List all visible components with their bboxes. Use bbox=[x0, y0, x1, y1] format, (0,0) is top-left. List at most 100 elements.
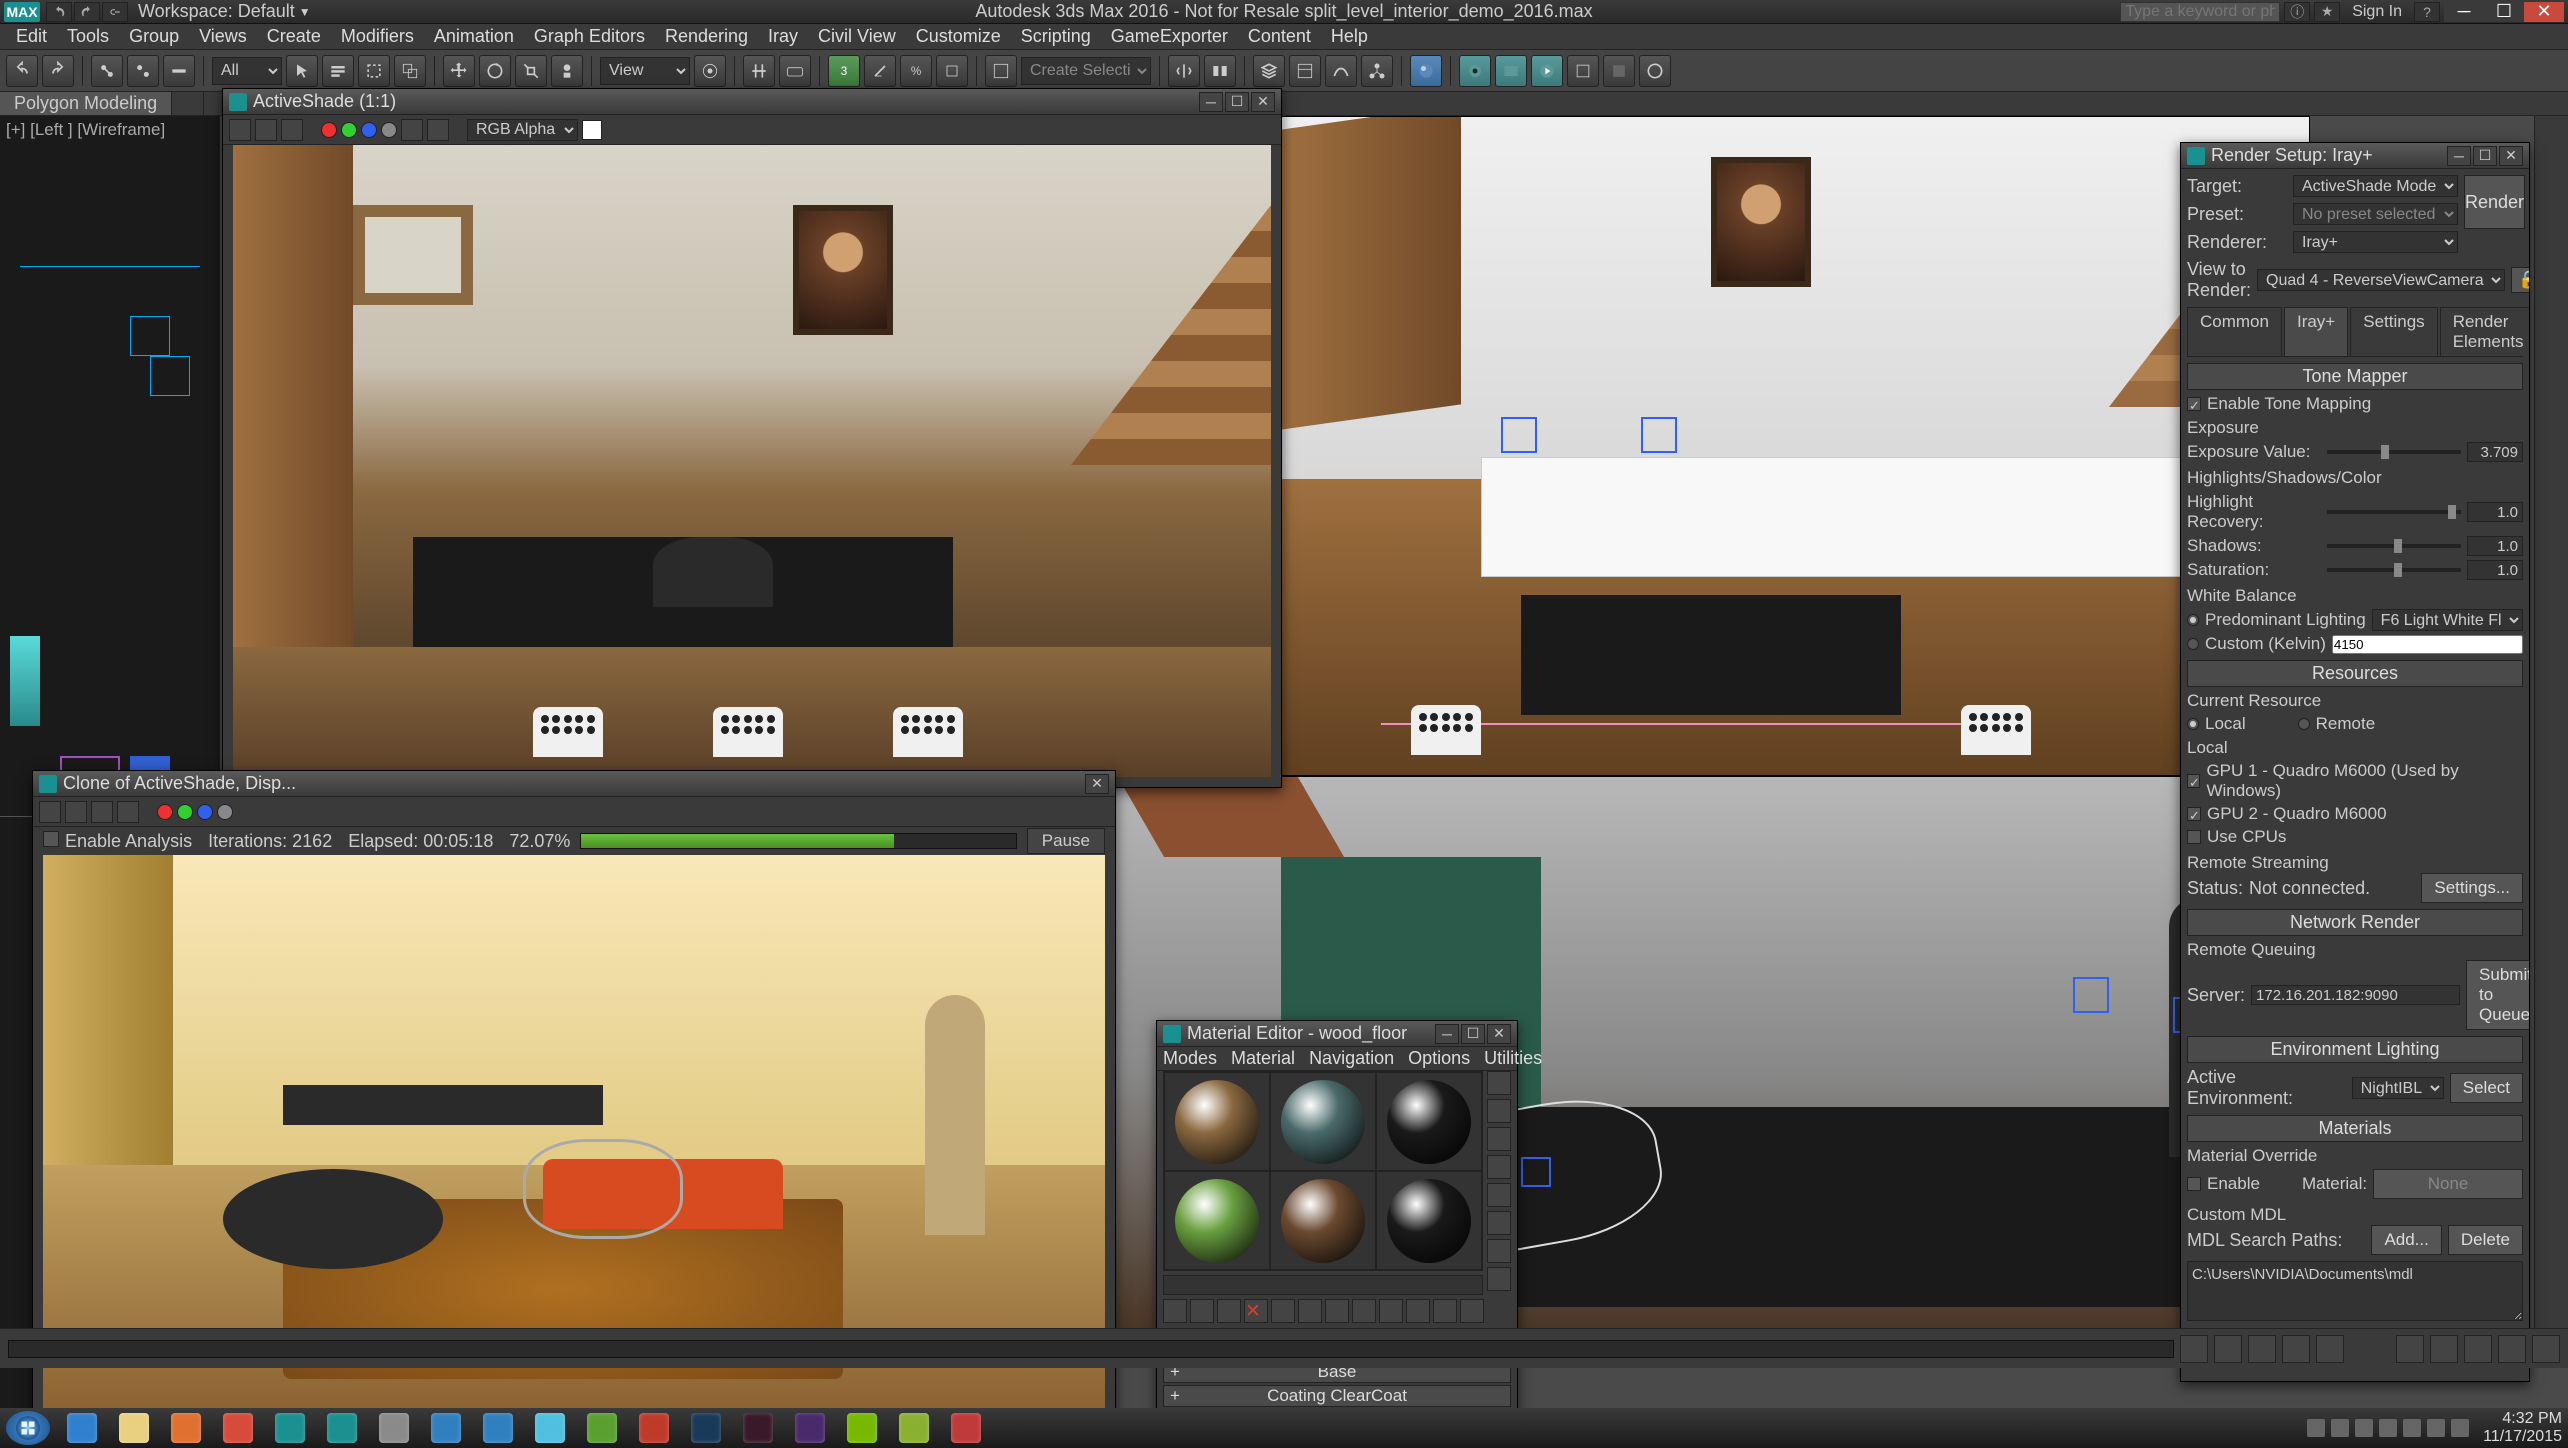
renderer-combo[interactable]: Iray+ bbox=[2293, 231, 2458, 253]
exposure-slider[interactable] bbox=[2327, 450, 2461, 454]
rendered-frame-button[interactable] bbox=[1495, 55, 1527, 87]
activeshade-button[interactable] bbox=[1603, 55, 1635, 87]
signin-link[interactable]: Sign In bbox=[2352, 3, 2402, 21]
move-button[interactable] bbox=[443, 55, 475, 87]
taskbar-app-ie[interactable] bbox=[58, 1411, 106, 1445]
curve-editor-button[interactable] bbox=[1325, 55, 1357, 87]
menu-edit[interactable]: Edit bbox=[6, 26, 57, 47]
placement-button[interactable] bbox=[551, 55, 583, 87]
materials-section[interactable]: Materials bbox=[2187, 1115, 2523, 1142]
me-menu-options[interactable]: Options bbox=[1408, 1048, 1470, 1069]
use-cpus-checkbox[interactable] bbox=[2187, 830, 2201, 844]
time-slider[interactable] bbox=[8, 1340, 2174, 1358]
taskbar-app-photoshop[interactable] bbox=[682, 1411, 730, 1445]
scene-explorer-button[interactable] bbox=[1289, 55, 1321, 87]
menu-content[interactable]: Content bbox=[1238, 26, 1321, 47]
highlight-recovery-input[interactable] bbox=[2467, 502, 2523, 522]
ca-alpha-channel-icon[interactable] bbox=[217, 804, 233, 820]
pivot-button[interactable] bbox=[694, 55, 726, 87]
rs-tab-render-elements[interactable]: Render Elements bbox=[2440, 307, 2529, 356]
custom-kelvin-radio[interactable] bbox=[2187, 638, 2199, 650]
gpu1-checkbox[interactable] bbox=[2187, 774, 2200, 788]
material-editor-button[interactable] bbox=[1410, 55, 1442, 87]
rotate-button[interactable] bbox=[479, 55, 511, 87]
activeshade-maximize-button[interactable]: ☐ bbox=[1225, 92, 1249, 112]
star-icon[interactable]: ★ bbox=[2314, 2, 2340, 22]
clone-as-close-button[interactable]: ✕ bbox=[1085, 774, 1109, 794]
activeshade-render-view[interactable] bbox=[233, 145, 1271, 777]
resources-section[interactable]: Resources bbox=[2187, 660, 2523, 687]
as-clear-button[interactable] bbox=[427, 119, 449, 141]
edit-named-sel-button[interactable] bbox=[985, 55, 1017, 87]
me-options-button[interactable] bbox=[1487, 1239, 1511, 1263]
material-swatch-5[interactable] bbox=[1377, 1172, 1481, 1269]
me-background-button[interactable] bbox=[1487, 1127, 1511, 1151]
material-swatch-2[interactable] bbox=[1377, 1073, 1481, 1170]
scale-button[interactable] bbox=[515, 55, 547, 87]
preset-combo[interactable]: No preset selected bbox=[2293, 203, 2458, 225]
menu-group[interactable]: Group bbox=[119, 26, 189, 47]
play-end-button[interactable] bbox=[2316, 1335, 2344, 1363]
rs-maximize-button[interactable]: ☐ bbox=[2473, 146, 2497, 166]
as-clone-button[interactable] bbox=[281, 119, 303, 141]
as-save-button[interactable] bbox=[229, 119, 251, 141]
menu-animation[interactable]: Animation bbox=[424, 26, 524, 47]
me-make-unique-button[interactable] bbox=[1298, 1299, 1322, 1323]
ca-red-channel-icon[interactable] bbox=[157, 804, 173, 820]
menu-civil-view[interactable]: Civil View bbox=[808, 26, 906, 47]
named-selection-combo[interactable]: Create Selection S bbox=[1021, 57, 1151, 85]
me-maximize-button[interactable]: ☐ bbox=[1461, 1024, 1485, 1044]
mdl-add-button[interactable]: Add... bbox=[2371, 1225, 2441, 1255]
render-iterative-button[interactable] bbox=[1567, 55, 1599, 87]
me-assign-button[interactable] bbox=[1217, 1299, 1241, 1323]
blue-channel-icon[interactable] bbox=[361, 122, 377, 138]
align-button[interactable] bbox=[1204, 55, 1236, 87]
manipulate-button[interactable] bbox=[743, 55, 775, 87]
tray-icon[interactable] bbox=[2331, 1419, 2349, 1437]
ca-blue-channel-icon[interactable] bbox=[197, 804, 213, 820]
ribbon-panel-polygon[interactable]: Polygon Modeling bbox=[0, 92, 172, 115]
alpha-channel-icon[interactable] bbox=[381, 122, 397, 138]
render-online-button[interactable] bbox=[1639, 55, 1671, 87]
as-copy-button[interactable] bbox=[255, 119, 277, 141]
me-menu-material[interactable]: Material bbox=[1231, 1048, 1295, 1069]
selection-filter-combo[interactable]: All bbox=[212, 57, 282, 85]
play-next-button[interactable] bbox=[2282, 1335, 2310, 1363]
green-channel-icon[interactable] bbox=[341, 122, 357, 138]
me-get-material-button[interactable] bbox=[1163, 1299, 1187, 1323]
tray-icon[interactable] bbox=[2427, 1419, 2445, 1437]
pause-button[interactable]: Pause bbox=[1027, 828, 1105, 854]
menu-rendering[interactable]: Rendering bbox=[655, 26, 758, 47]
menu-modifiers[interactable]: Modifiers bbox=[331, 26, 424, 47]
taskbar-app-nvidia[interactable] bbox=[838, 1411, 886, 1445]
view-to-render-combo[interactable]: Quad 4 - ReverseViewCamera bbox=[2257, 269, 2505, 291]
red-channel-icon[interactable] bbox=[321, 122, 337, 138]
activeshade-close-button[interactable]: ✕ bbox=[1251, 92, 1275, 112]
me-show-end-result-button[interactable] bbox=[1406, 1299, 1430, 1323]
menu-tools[interactable]: Tools bbox=[57, 26, 119, 47]
viewport-max-button[interactable] bbox=[2532, 1335, 2560, 1363]
menu-help[interactable]: Help bbox=[1321, 26, 1378, 47]
taskbar-app-app-blue1[interactable] bbox=[422, 1411, 470, 1445]
env-lighting-section[interactable]: Environment Lighting bbox=[2187, 1036, 2523, 1063]
snap-toggle-button[interactable]: 3 bbox=[828, 55, 860, 87]
viewport-orbit-button[interactable] bbox=[2498, 1335, 2526, 1363]
mdl-paths-textarea[interactable] bbox=[2187, 1261, 2523, 1321]
menu-graph-editors[interactable]: Graph Editors bbox=[524, 26, 655, 47]
gpu2-checkbox[interactable] bbox=[2187, 807, 2201, 821]
shadows-slider[interactable] bbox=[2327, 544, 2461, 548]
link-button[interactable] bbox=[102, 2, 128, 22]
menu-gameexporter[interactable]: GameExporter bbox=[1101, 26, 1238, 47]
me-go-forward-button[interactable] bbox=[1460, 1299, 1484, 1323]
material-swatch-0[interactable] bbox=[1165, 1073, 1269, 1170]
percent-snap-button[interactable]: % bbox=[900, 55, 932, 87]
menu-iray[interactable]: Iray bbox=[758, 26, 808, 47]
window-crossing-button[interactable] bbox=[394, 55, 426, 87]
taskbar-app-skype[interactable] bbox=[526, 1411, 574, 1445]
me-menu-utilities[interactable]: Utilities bbox=[1484, 1048, 1542, 1069]
window-minimize-button[interactable]: ─ bbox=[2444, 2, 2484, 22]
render-production-button[interactable] bbox=[1531, 55, 1563, 87]
exposure-value-input[interactable] bbox=[2467, 442, 2523, 462]
env-select-button[interactable]: Select bbox=[2450, 1073, 2523, 1103]
help-search-input[interactable] bbox=[2120, 2, 2280, 22]
